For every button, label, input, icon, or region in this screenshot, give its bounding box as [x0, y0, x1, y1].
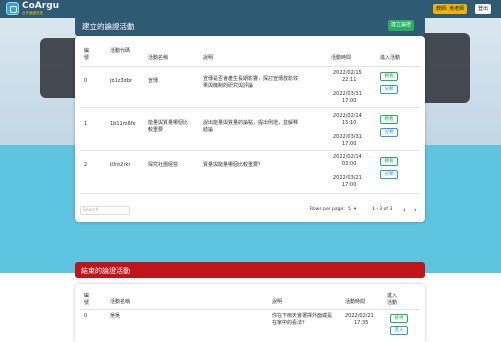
- ended-row-0-enter-button[interactable]: 進入: [390, 326, 408, 335]
- row-0-start-time: 22:11: [342, 77, 357, 83]
- row-2-id: 2: [84, 162, 88, 168]
- search-input[interactable]: Search: [80, 206, 130, 215]
- active-activities-title: 建立的論證活動: [82, 22, 135, 31]
- column-header-enter: 進入活動: [380, 55, 401, 61]
- row-1-classify-button[interactable]: 分類: [380, 128, 398, 137]
- ended-column-header-desc: 說明: [272, 299, 283, 305]
- row-1-start-time: 15:10: [342, 120, 357, 126]
- row-2-code: t0nt2rkr: [110, 162, 131, 168]
- app-subtitle: 合作論證系統: [22, 11, 43, 15]
- row-0-end: 2022/03/31: [333, 91, 362, 97]
- row-2-end: 2022/03/21: [333, 175, 362, 181]
- row-1-end-time: 17:00: [342, 141, 357, 147]
- active-activities-header: 建立的論證活動 建立論證: [75, 16, 425, 36]
- row-1-end: 2022/03/31: [333, 134, 362, 140]
- next-page-button[interactable]: ›: [414, 206, 417, 214]
- prev-page-button[interactable]: ‹: [403, 206, 406, 214]
- table-divider: [80, 309, 420, 310]
- row-0-name: 宣傳: [148, 78, 159, 84]
- app-logo[interactable]: CoArgu 合作論證系統: [6, 2, 59, 16]
- row-2-start-time: 03:00: [342, 161, 357, 167]
- table-divider: [80, 150, 420, 151]
- row-2-view-button[interactable]: 觀看: [380, 157, 398, 166]
- row-2-start: 2022/02/14: [333, 154, 362, 160]
- column-header-name: 活動名稱: [148, 55, 169, 61]
- ended-row-0-name: 吳吳: [110, 313, 121, 319]
- column-header-id: 編號: [84, 48, 90, 61]
- row-1-start: 2022/02/14: [333, 113, 362, 119]
- ended-row-0-date: 2022/02/21: [345, 313, 374, 319]
- table-divider: [80, 66, 420, 67]
- ended-column-header-name: 活動名稱: [110, 299, 131, 305]
- row-1-name: 能量與質量哪個比較重要: [148, 120, 189, 133]
- row-2-classify-button[interactable]: 分類: [380, 170, 398, 179]
- row-0-code: jb1z3dbr: [110, 78, 132, 84]
- ended-row-0-id: 0: [84, 313, 88, 319]
- table-divider: [80, 107, 420, 108]
- column-header-desc: 說明: [203, 55, 214, 61]
- create-activity-button[interactable]: 建立論證: [388, 20, 415, 31]
- ended-activities-title: 結束的論證活動: [81, 267, 130, 275]
- column-header-time: 活動時間: [331, 55, 352, 61]
- chevron-down-icon[interactable]: ▾: [354, 206, 356, 214]
- rows-per-page-label: Rows per page:: [310, 207, 345, 212]
- row-1-id: 1: [84, 121, 88, 127]
- row-0-id: 0: [84, 78, 88, 84]
- row-0-end-time: 17:00: [342, 98, 357, 104]
- row-2-desc: 質量與能量哪個比較重要？: [203, 162, 264, 168]
- ended-column-header-id: 編號: [84, 293, 90, 306]
- user-button[interactable]: 教師: 吳老師: [433, 4, 468, 14]
- row-1-desc: 說出能量與質量的論點，提出例證，並解釋結論: [203, 120, 299, 133]
- rows-per-page-select[interactable]: 5: [348, 206, 351, 214]
- row-2-name: 探究社團經營: [148, 162, 179, 168]
- row-0-desc: 宣傳是否會產生長期影響，探討宣傳放影效果與機制的研究與評論: [203, 76, 299, 89]
- row-0-view-button[interactable]: 觀看: [380, 72, 398, 81]
- row-0-start: 2022/02/15: [333, 70, 362, 76]
- pagination-range: 1 - 3 of 3: [372, 207, 393, 212]
- ended-row-0-desc: 你在下雨天會選擇外面或是在家中的看法？: [272, 313, 333, 326]
- app-name: CoArgu: [22, 1, 60, 11]
- ended-column-header-enter: 進入活動: [387, 293, 398, 306]
- logout-button[interactable]: 登出: [475, 4, 492, 14]
- ended-column-header-time: 活動時間: [345, 299, 366, 305]
- ended-row-0-time: 17:35: [354, 320, 369, 326]
- row-2-end-time: 17:00: [342, 182, 357, 188]
- row-1-code: 1b11m6fe: [110, 121, 136, 127]
- logo-icon: [6, 2, 19, 16]
- ended-row-0-view-button[interactable]: 檢視: [390, 314, 408, 323]
- column-header-code: 活動代碼: [110, 48, 131, 54]
- ended-activities-header: 結束的論證活動: [75, 262, 425, 278]
- row-1-view-button[interactable]: 觀看: [380, 115, 398, 124]
- row-0-classify-button[interactable]: 分類: [380, 85, 398, 94]
- table-divider: [80, 193, 420, 194]
